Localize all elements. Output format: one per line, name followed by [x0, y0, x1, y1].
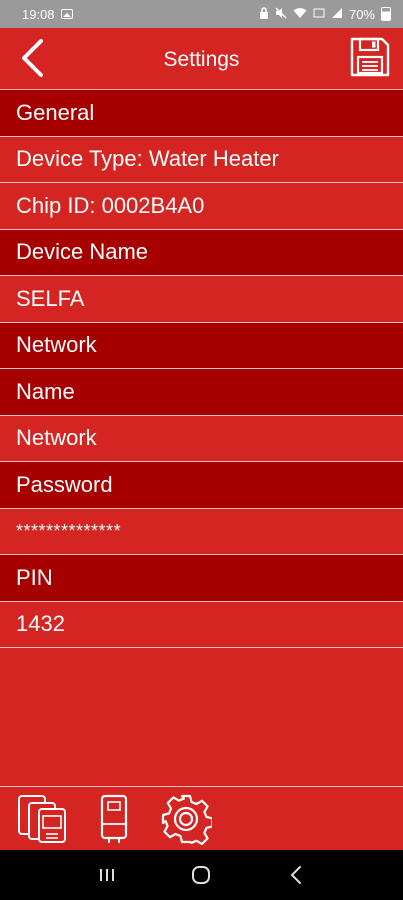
status-time: 19:08: [22, 6, 55, 22]
bottom-tab-bar: [0, 786, 403, 850]
home-icon: [192, 866, 211, 884]
devices-tab[interactable]: [14, 791, 70, 847]
network-name-field[interactable]: Network: [0, 415, 403, 462]
save-button[interactable]: [349, 36, 391, 78]
battery-percent: 70%: [348, 6, 375, 22]
gear-icon: [161, 794, 212, 845]
status-bar-right: 70%: [259, 7, 391, 22]
image-icon: [60, 9, 73, 19]
status-bar-left: 19:08: [22, 7, 73, 22]
password-header: Password: [0, 462, 403, 509]
general-section-header: General: [0, 90, 403, 137]
device-name-field[interactable]: SELFA: [0, 276, 403, 323]
battery-icon: [381, 7, 391, 21]
mute-icon: [275, 7, 287, 22]
back-arrow-icon: [290, 866, 301, 884]
settings-tab[interactable]: [158, 791, 214, 847]
network-section-header: Network: [0, 322, 403, 369]
password-field[interactable]: **************: [0, 508, 403, 555]
network-name-header: Name: [0, 369, 403, 416]
back-nav-button[interactable]: [276, 855, 316, 895]
device-name-header: Device Name: [0, 229, 403, 276]
devices-icon: [18, 794, 66, 843]
signal-icon: [331, 7, 343, 22]
chip-id-value: Chip ID: 0002B4A0: [0, 183, 403, 230]
pin-field[interactable]: 1432: [0, 601, 403, 648]
page-title: Settings: [163, 48, 240, 71]
water-heater-tab[interactable]: [86, 791, 142, 847]
system-nav-bar: [0, 850, 403, 900]
floppy-disk-icon: [350, 37, 390, 77]
home-button[interactable]: [181, 855, 221, 895]
recent-apps-button[interactable]: [87, 855, 127, 895]
water-heater-icon: [100, 794, 128, 843]
device-type-value: Device Type: Water Heater: [0, 136, 403, 183]
app-bar: Settings: [0, 28, 403, 90]
wifi-icon: [293, 7, 307, 22]
status-bar: 19:08 70%: [0, 0, 403, 28]
pin-header: PIN: [0, 555, 403, 602]
volte-icon: [313, 7, 325, 22]
recent-apps-icon: [100, 869, 115, 881]
settings-list: General Device Type: Water Heater Chip I…: [0, 90, 403, 648]
lock-icon: [259, 6, 269, 22]
